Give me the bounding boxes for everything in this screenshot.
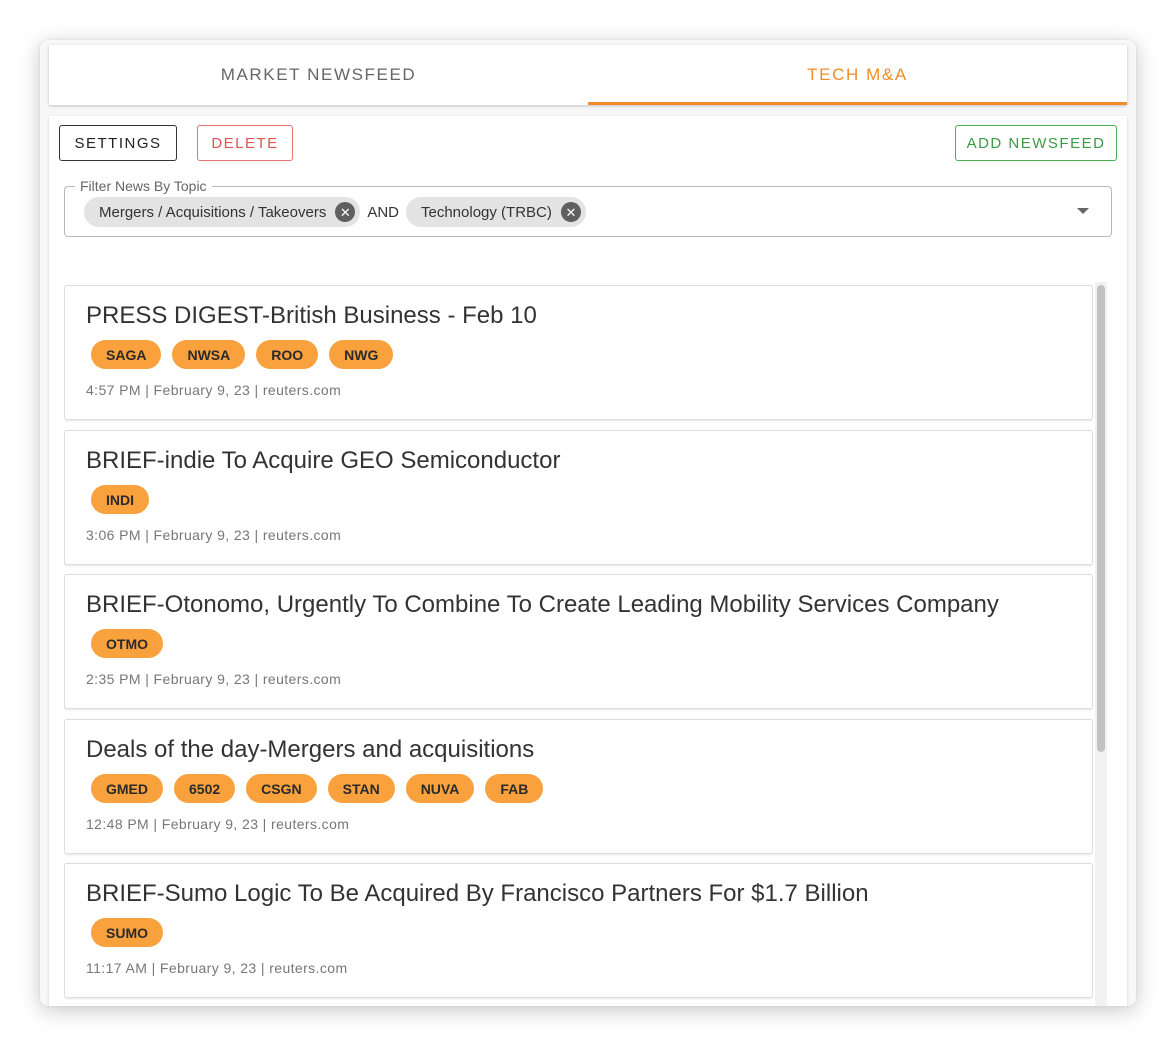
topic-chip: Mergers / Acquisitions / Takeovers ✕ — [84, 197, 361, 227]
news-title[interactable]: BRIEF-Otonomo, Urgently To Combine To Cr… — [86, 591, 999, 619]
ticker-chip[interactable]: SUMO — [91, 918, 163, 947]
news-card[interactable]: Deals of the day-Mergers and acquisition… — [64, 719, 1093, 854]
add-newsfeed-button[interactable]: ADD NEWSFEED — [955, 125, 1117, 161]
ticker-list: SAGA NWSA ROO NWG — [91, 340, 404, 369]
ticker-list: INDI — [91, 485, 160, 514]
news-card[interactable]: PRESS DIGEST-British Business - Feb 10 S… — [64, 285, 1093, 420]
news-meta: 11:17 AM | February 9, 23 | reuters.com — [86, 960, 348, 976]
news-title[interactable]: BRIEF-Sumo Logic To Be Acquired By Franc… — [86, 880, 869, 908]
chip-remove-icon[interactable]: ✕ — [335, 202, 356, 222]
ticker-chip[interactable]: FAB — [485, 774, 544, 803]
ticker-list: SUMO — [91, 918, 174, 947]
tab-bar: MARKET NEWSFEED TECH M&A — [49, 45, 1127, 105]
news-meta: 3:06 PM | February 9, 23 | reuters.com — [86, 527, 342, 543]
news-card[interactable]: BRIEF-Otonomo, Urgently To Combine To Cr… — [64, 574, 1093, 709]
delete-button[interactable]: DELETE — [197, 125, 293, 161]
dropdown-arrow-icon[interactable] — [1077, 208, 1089, 214]
news-meta: 4:57 PM | February 9, 23 | reuters.com — [86, 382, 342, 398]
news-title[interactable]: Deals of the day-Mergers and acquisition… — [86, 736, 534, 764]
ticker-chip[interactable]: NWG — [329, 340, 394, 369]
topic-chip-label: Technology (TRBC) — [421, 203, 552, 221]
ticker-chip[interactable]: NUVA — [405, 774, 475, 803]
scrollbar-thumb[interactable] — [1097, 285, 1105, 752]
ticker-chip[interactable]: INDI — [91, 485, 149, 514]
news-scrollbar[interactable] — [1095, 282, 1107, 1006]
filter-chips: Mergers / Acquisitions / Takeovers ✕ AND… — [84, 197, 586, 227]
topic-chip-label: Mergers / Acquisitions / Takeovers — [99, 203, 327, 221]
ticker-chip[interactable]: 6502 — [174, 774, 236, 803]
ticker-chip[interactable]: GMED — [91, 774, 163, 803]
ticker-chip[interactable]: STAN — [327, 774, 395, 803]
news-meta: 2:35 PM | February 9, 23 | reuters.com — [86, 671, 342, 687]
ticker-chip[interactable]: NWSA — [172, 340, 246, 369]
news-title[interactable]: BRIEF-indie To Acquire GEO Semiconductor — [86, 447, 560, 475]
news-title[interactable]: PRESS DIGEST-British Business - Feb 10 — [86, 302, 537, 330]
chip-remove-icon[interactable]: ✕ — [560, 202, 581, 222]
filter-joiner: AND — [367, 203, 399, 221]
tab-tech-ma[interactable]: TECH M&A — [588, 45, 1127, 105]
news-list: PRESS DIGEST-British Business - Feb 10 S… — [64, 285, 1093, 1006]
ticker-chip[interactable]: OTMO — [91, 629, 163, 658]
ticker-chip[interactable]: SAGA — [91, 340, 162, 369]
topic-chip: Technology (TRBC) ✕ — [406, 197, 586, 227]
news-meta: 12:48 PM | February 9, 23 | reuters.com — [86, 816, 350, 832]
newsfeed-panel: SETTINGS DELETE ADD NEWSFEED Filter News… — [49, 116, 1127, 1006]
ticker-chip[interactable]: ROO — [256, 340, 319, 369]
ticker-chip[interactable]: CSGN — [246, 774, 317, 803]
topic-filter-select[interactable]: Filter News By Topic Mergers / Acquisiti… — [64, 178, 1112, 237]
tab-market-newsfeed[interactable]: MARKET NEWSFEED — [49, 45, 588, 105]
news-card[interactable]: BRIEF-indie To Acquire GEO Semiconductor… — [64, 430, 1093, 565]
ticker-list: OTMO — [91, 629, 174, 658]
settings-button[interactable]: SETTINGS — [59, 125, 177, 161]
news-card[interactable]: BRIEF-Sumo Logic To Be Acquired By Franc… — [64, 863, 1093, 998]
filter-label: Filter News By Topic — [75, 178, 212, 194]
ticker-list: GMED 6502 CSGN STAN NUVA FAB — [91, 774, 554, 803]
newsfeed-window: MARKET NEWSFEED TECH M&A SETTINGS DELETE… — [40, 40, 1136, 1006]
